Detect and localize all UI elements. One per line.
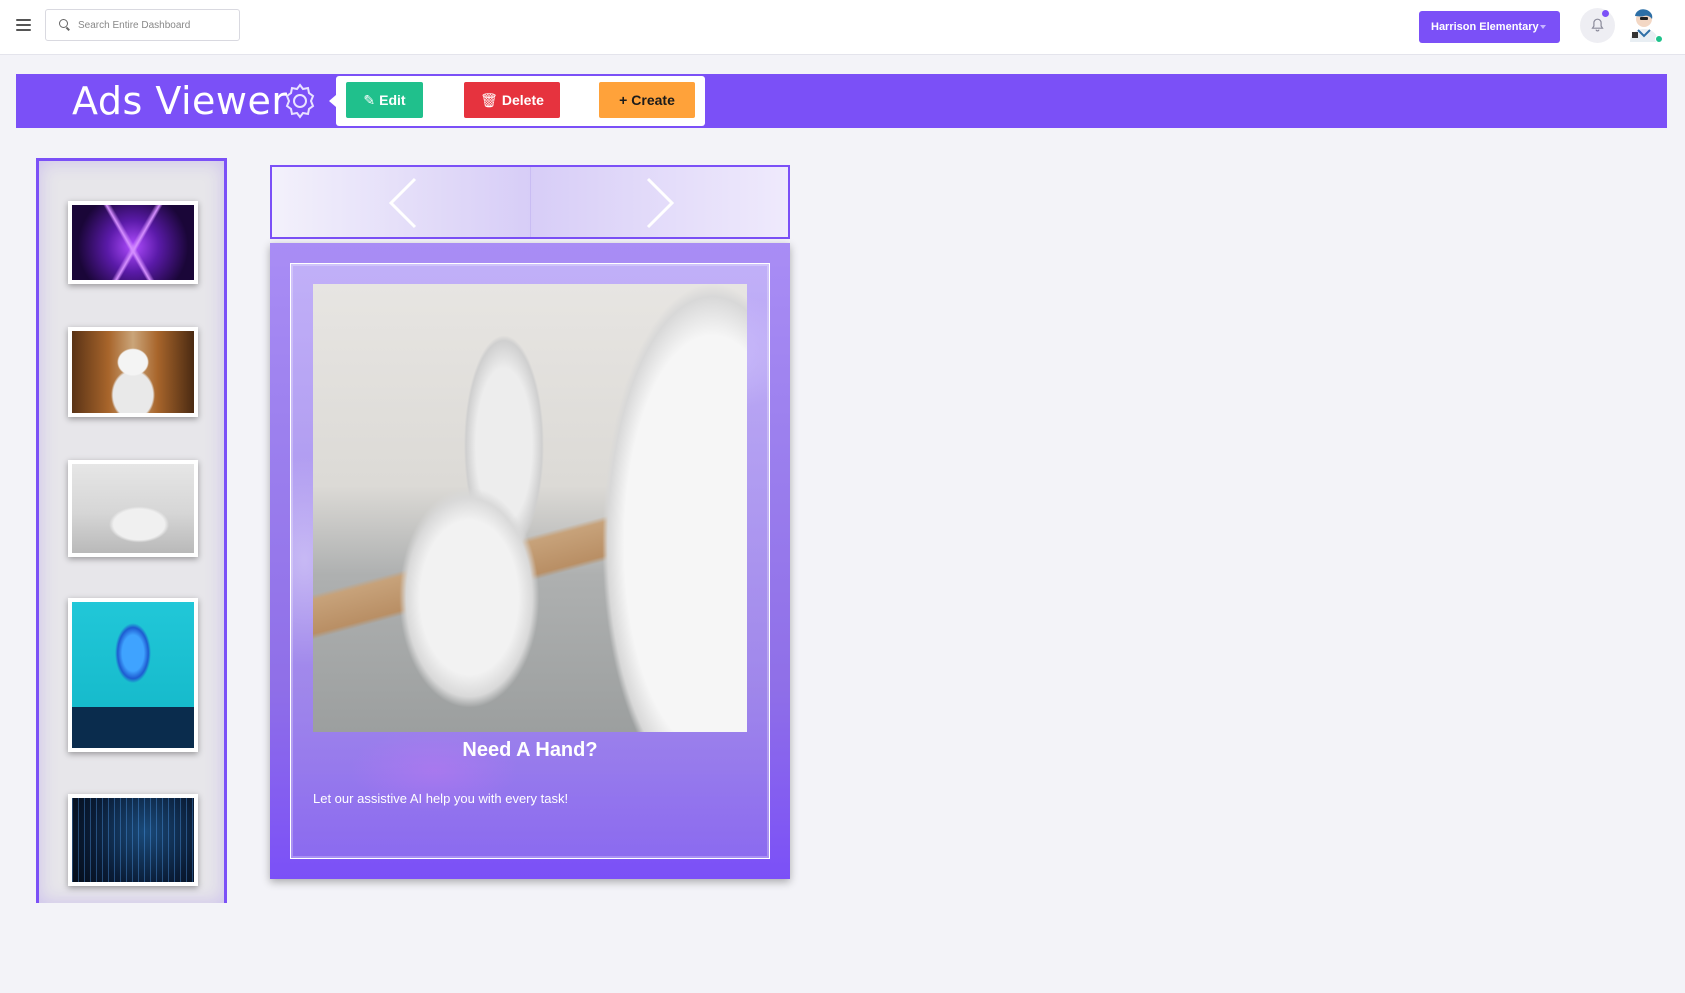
notifications-button[interactable] [1580,8,1615,43]
neon-tunnel-image [72,205,194,280]
thumbnail-item[interactable] [68,201,198,284]
thumbnail-rail[interactable] [36,158,227,903]
bell-icon [1591,18,1604,32]
carousel-nav [270,165,790,239]
ad-card: Need A Hand? Let our assistive AI help y… [270,243,790,879]
thumbnail-item[interactable] [68,327,198,417]
thumbnail-item[interactable] [68,598,198,752]
page-title: Ads Viewer [72,79,288,123]
delete-button[interactable]: 🗑 Delete [464,82,560,118]
pepper-robot-image [72,331,194,413]
data-wall-image [72,798,194,882]
search-box[interactable] [45,9,240,41]
blue-hand-image [72,602,194,748]
school-selector-button[interactable]: Harrison Elementary [1419,11,1560,43]
thumbnail-item[interactable] [68,794,198,886]
toolbar-pointer [329,95,336,107]
action-toolbar: ✎ Edit 🗑 Delete + Create [329,76,705,126]
ad-description: Let our assistive AI help you with every… [313,791,569,806]
pencil-icon: ✎ [363,92,376,108]
robot-hand-image [72,464,194,553]
online-status-dot [1655,35,1663,43]
delete-button-label: Delete [501,92,544,108]
plus-icon: + [619,92,628,108]
user-avatar[interactable] [1627,6,1663,44]
search-icon [59,19,68,28]
carousel-next-button[interactable] [531,167,789,237]
chevron-down-icon [1540,25,1546,29]
edit-button-label: Edit [379,92,406,108]
search-input[interactable] [78,16,233,34]
chevron-left-icon [388,177,417,229]
hamburger-menu-icon[interactable] [16,19,31,31]
page-header: Ads Viewer ✎ Edit 🗑 Delete + Create [16,74,1667,128]
chevron-right-icon [646,177,675,229]
notification-dot [1602,10,1609,17]
ad-title: Need A Hand? [462,739,598,761]
carousel-prev-button[interactable] [272,167,530,237]
thumbnail-item[interactable] [68,460,198,557]
settings-gear-icon[interactable] [281,82,319,120]
top-bar: Harrison Elementary [0,0,1685,55]
ad-image-robot-hand [313,284,747,732]
trash-icon: 🗑 [480,92,498,108]
create-button-label: Create [631,92,675,108]
edit-button[interactable]: ✎ Edit [346,82,423,118]
school-selector-label: Harrison Elementary [1431,21,1539,33]
create-button[interactable]: + Create [599,82,695,118]
